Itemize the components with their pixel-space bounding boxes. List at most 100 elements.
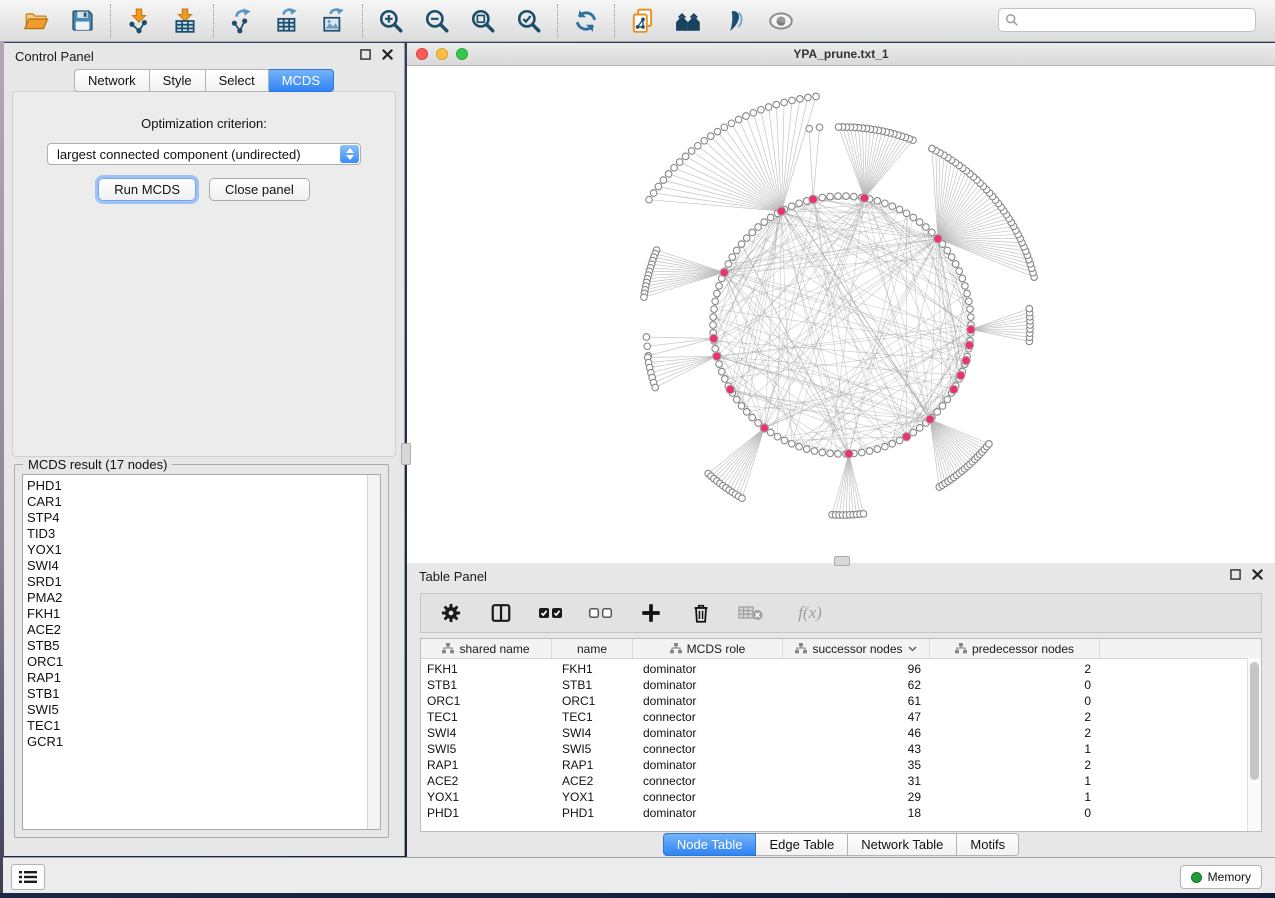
tab-mcds[interactable]: MCDS: [269, 69, 334, 92]
export-image-icon[interactable]: [319, 6, 349, 36]
table-row[interactable]: RAP1RAP1dominator352: [421, 757, 1261, 773]
table-cell: TEC1: [421, 710, 552, 724]
table-row[interactable]: FKH1FKH1dominator962: [421, 661, 1261, 677]
delete-table-icon[interactable]: [738, 600, 764, 626]
export-table-icon[interactable]: [273, 6, 303, 36]
list-item[interactable]: TID3: [23, 526, 380, 542]
column-selector-icon[interactable]: [488, 600, 514, 626]
table-cell: PHD1: [552, 806, 633, 820]
window-close-icon[interactable]: [416, 48, 428, 60]
column-header-successor-nodes[interactable]: successor nodes: [783, 639, 930, 658]
zoom-fit-icon[interactable]: [468, 6, 498, 36]
control-panel: Control Panel Network Style Select MCDS …: [4, 43, 405, 856]
table-row[interactable]: SWI4SWI4dominator462: [421, 725, 1261, 741]
memory-button[interactable]: Memory: [1180, 865, 1262, 889]
application-window: Control Panel Network Style Select MCDS …: [0, 0, 1275, 898]
delete-column-icon[interactable]: [688, 600, 714, 626]
column-header-predecessor-nodes[interactable]: predecessor nodes: [930, 639, 1100, 658]
vertical-splitter-handle[interactable]: [401, 443, 411, 465]
list-item[interactable]: STP4: [23, 510, 380, 526]
tab-network[interactable]: Network: [74, 69, 150, 92]
save-session-icon[interactable]: [67, 6, 97, 36]
tab-motifs[interactable]: Motifs: [957, 833, 1019, 856]
graphics-details-icon[interactable]: [720, 6, 750, 36]
tab-node-table[interactable]: Node Table: [663, 833, 757, 856]
table-settings-icon[interactable]: [438, 600, 464, 626]
window-minimize-icon[interactable]: [436, 48, 448, 60]
network-graph-canvas[interactable]: [407, 65, 1275, 563]
table-row[interactable]: ORC1ORC1dominator610: [421, 693, 1261, 709]
table-row[interactable]: TEC1TEC1connector472: [421, 709, 1261, 725]
float-icon[interactable]: [1230, 567, 1241, 585]
clone-network-icon[interactable]: [628, 6, 658, 36]
zoom-in-icon[interactable]: [376, 6, 406, 36]
status-bar: Memory: [3, 857, 1275, 893]
table-scrollbar-thumb[interactable]: [1250, 662, 1259, 780]
deselect-all-icon[interactable]: [588, 600, 614, 626]
tab-network-table[interactable]: Network Table: [848, 833, 957, 856]
network-graph[interactable]: [407, 65, 1275, 563]
export-network-icon[interactable]: [227, 6, 257, 36]
list-item[interactable]: SWI5: [23, 702, 380, 718]
close-panel-button[interactable]: Close panel: [209, 178, 310, 201]
column-header-shared-name[interactable]: shared name: [421, 639, 552, 658]
horizontal-splitter-handle[interactable]: [834, 556, 850, 566]
close-icon[interactable]: [382, 47, 393, 65]
network-window-titlebar[interactable]: YPA_prune.txt_1: [407, 43, 1275, 66]
mcds-result-list[interactable]: PHD1CAR1STP4TID3YOX1SWI4SRD1PMA2FKH1ACE2…: [22, 474, 381, 830]
table-cell: 61: [783, 694, 930, 708]
table-panel-header: Table Panel: [407, 563, 1275, 589]
list-item[interactable]: YOX1: [23, 542, 380, 558]
table-cell: ACE2: [552, 774, 633, 788]
network-analyzer-icon[interactable]: [674, 6, 704, 36]
table-row[interactable]: YOX1YOX1connector291: [421, 789, 1261, 805]
table-scrollbar[interactable]: [1247, 658, 1261, 831]
list-item[interactable]: GCR1: [23, 734, 380, 750]
close-icon[interactable]: [1252, 567, 1263, 585]
node-table[interactable]: shared name name MCDS role successor nod…: [420, 638, 1262, 832]
list-item[interactable]: FKH1: [23, 606, 380, 622]
select-all-icon[interactable]: [538, 600, 564, 626]
list-item[interactable]: SWI4: [23, 558, 380, 574]
table-cell: 0: [930, 678, 1100, 692]
list-item[interactable]: SRD1: [23, 574, 380, 590]
memory-status-icon: [1191, 872, 1202, 883]
window-maximize-icon[interactable]: [456, 48, 468, 60]
add-column-icon[interactable]: [638, 600, 664, 626]
list-item[interactable]: CAR1: [23, 494, 380, 510]
column-header-name[interactable]: name: [552, 639, 633, 658]
open-session-icon[interactable]: [21, 6, 51, 36]
list-item[interactable]: RAP1: [23, 670, 380, 686]
table-row[interactable]: SWI5SWI5connector431: [421, 741, 1261, 757]
table-cell: 2: [930, 662, 1100, 676]
list-item[interactable]: ACE2: [23, 622, 380, 638]
list-item[interactable]: PMA2: [23, 590, 380, 606]
import-network-icon[interactable]: [124, 6, 154, 36]
tab-edge-table[interactable]: Edge Table: [756, 833, 848, 856]
list-item[interactable]: STB5: [23, 638, 380, 654]
table-row[interactable]: STB1STB1dominator620: [421, 677, 1261, 693]
list-item[interactable]: TEC1: [23, 718, 380, 734]
list-item[interactable]: PHD1: [23, 478, 380, 494]
list-item[interactable]: ORC1: [23, 654, 380, 670]
zoom-selected-icon[interactable]: [514, 6, 544, 36]
float-icon[interactable]: [360, 47, 371, 65]
table-row[interactable]: PHD1PHD1dominator180: [421, 805, 1261, 821]
run-mcds-button[interactable]: Run MCDS: [98, 178, 196, 201]
apply-layout-icon[interactable]: [571, 6, 601, 36]
tab-select[interactable]: Select: [206, 69, 269, 92]
zoom-out-icon[interactable]: [422, 6, 452, 36]
criterion-select[interactable]: largest connected component (undirected): [47, 143, 361, 165]
list-item[interactable]: STB1: [23, 686, 380, 702]
search-input[interactable]: [1023, 12, 1249, 28]
table-row[interactable]: ACE2ACE2connector311: [421, 773, 1261, 789]
table-cell: RAP1: [552, 758, 633, 772]
birds-eye-view-icon[interactable]: [766, 6, 796, 36]
table-cell: 35: [783, 758, 930, 772]
task-history-button[interactable]: [11, 864, 45, 890]
control-panel-header: Control Panel: [4, 43, 404, 69]
column-header-mcds-role[interactable]: MCDS role: [633, 639, 783, 658]
import-table-icon[interactable]: [170, 6, 200, 36]
result-list-scrollbar[interactable]: [367, 475, 380, 829]
tab-style[interactable]: Style: [150, 69, 206, 92]
